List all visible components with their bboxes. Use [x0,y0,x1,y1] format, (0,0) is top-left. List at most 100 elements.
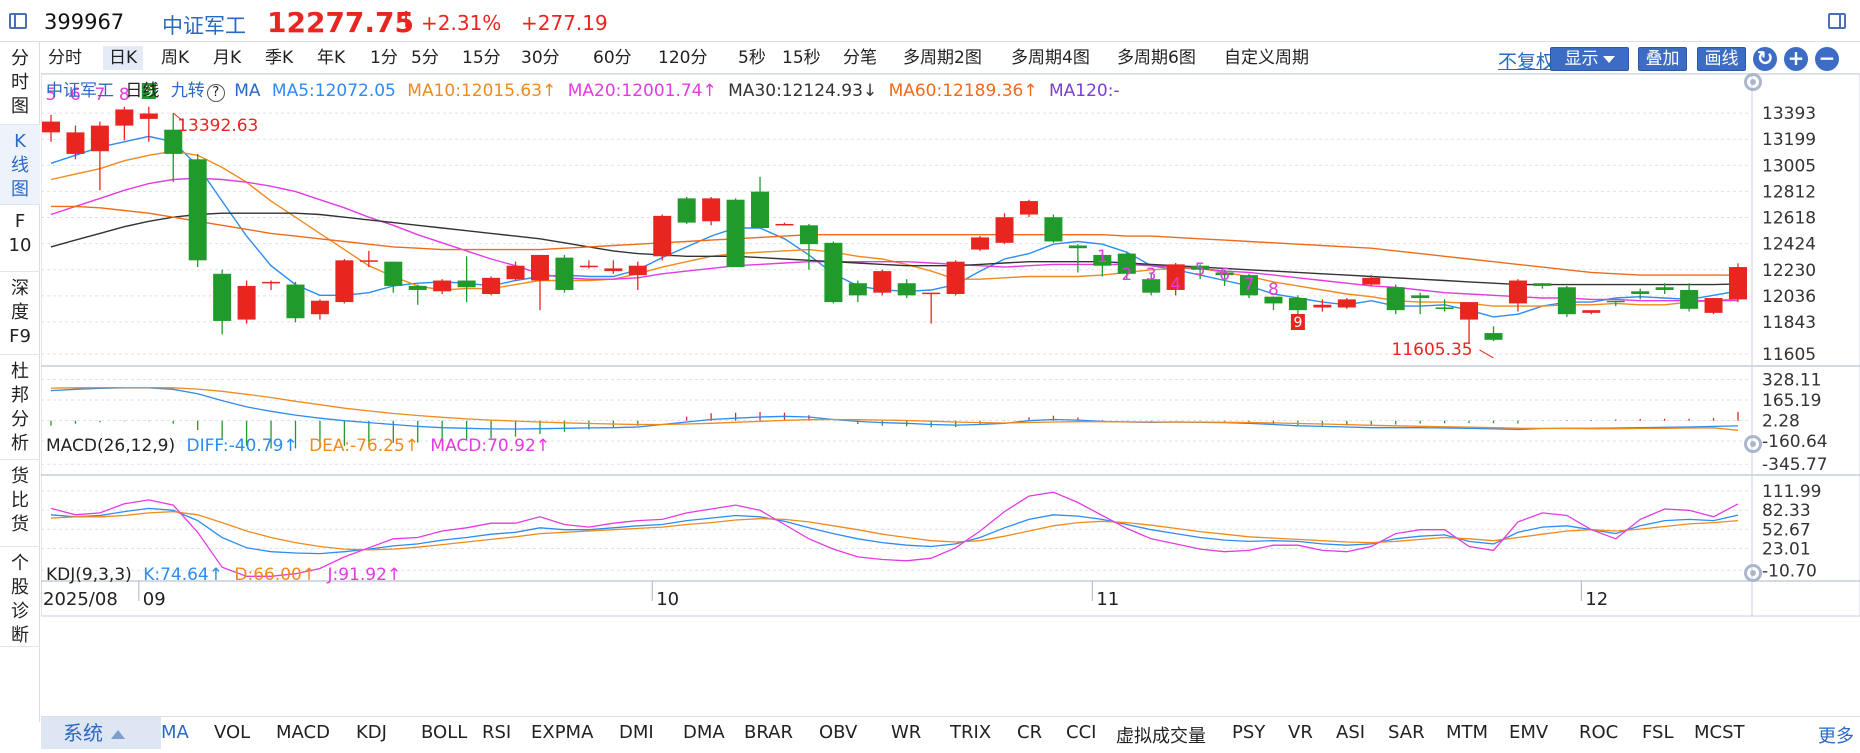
sidebar-toggle-icon[interactable] [9,13,27,29]
candle-body [530,254,549,281]
sidebar-item-2[interactable]: F 10 [0,205,40,272]
sidebar-item-label: 线 [11,155,29,176]
indicator-tab-7[interactable]: DMI [619,722,654,743]
candle [1533,283,1552,289]
period-tab-4[interactable]: 季K [265,46,293,70]
indicator-tab-8[interactable]: DMA [683,722,725,743]
candle-body [775,223,794,226]
refresh-icon[interactable]: ↻ [1753,47,1777,71]
candle-body [1606,300,1625,303]
indicator-tab-17[interactable]: VR [1288,722,1313,743]
period-tab-3[interactable]: 月K [213,46,241,70]
indicator-tab-20[interactable]: MTM [1446,722,1488,743]
indicator-tab-3[interactable]: KDJ [356,722,387,743]
indicator-tab-4[interactable]: BOLL [421,722,467,743]
nine-turn-marker: 4 [1170,275,1181,295]
period-tab-7[interactable]: 5分 [411,46,439,70]
macd-name[interactable]: MACD(26,12,9) [46,436,175,456]
period-tab-15[interactable]: 多周期2图 [903,46,982,70]
candle-body [408,285,427,290]
zoom-in-icon[interactable]: + [1784,47,1808,71]
period-tab-8[interactable]: 15分 [462,46,501,70]
indicator-tab-21[interactable]: EMV [1509,722,1548,743]
candle [310,299,329,320]
price-tick-label: 12618 [1762,208,1816,228]
period-tab-10[interactable]: 60分 [593,46,632,70]
period-tab-6[interactable]: 1分 [370,46,398,70]
kline-chart[interactable]: 1339313199130051281212618124241223012036… [41,74,1860,716]
period-tab-12[interactable]: 5秒 [738,46,766,70]
candle-body [1411,295,1430,299]
nine-turn-toggle[interactable]: 九转 [171,81,205,101]
price-tick-label: 13393 [1762,104,1816,124]
indicator-tab-16[interactable]: PSY [1232,722,1265,743]
show-button[interactable]: 显示 [1550,47,1629,71]
period-tab-13[interactable]: 15秒 [782,46,821,70]
macd-tick-label: 165.19 [1762,391,1821,411]
period-tab-0[interactable]: 分时 [48,46,82,70]
sidebar-item-3[interactable]: 深度 F9 [0,272,40,355]
right-panel-toggle-icon[interactable] [1828,13,1846,29]
period-tab-17[interactable]: 多周期6图 [1117,46,1196,70]
indicator-tab-9[interactable]: BRAR [744,722,793,743]
indicator-tab-18[interactable]: ASI [1336,722,1365,743]
candle-body [115,109,134,126]
period-tab-14[interactable]: 分笔 [843,46,877,70]
period-tab-1[interactable]: 日K [103,46,144,70]
sidebar-item-1[interactable]: K线图 [0,125,40,205]
period-tab-5[interactable]: 年K [317,46,345,70]
kdj-name[interactable]: KDJ(9,3,3) [46,565,132,585]
candle-body [262,281,281,284]
period-tab-16[interactable]: 多周期4图 [1011,46,1090,70]
indicator-tab-6[interactable]: EXPMA [531,722,593,743]
macd-dea: DEA:-76.25↑ [309,436,419,456]
indicator-tab-14[interactable]: CCI [1066,722,1096,743]
indicator-tab-22[interactable]: ROC [1579,722,1618,743]
change-percent: +2.31% [421,11,502,35]
period-tab-2[interactable]: 周K [161,46,189,70]
indicator-tab-2[interactable]: MACD [276,722,330,743]
indicator-tab-13[interactable]: CR [1017,722,1042,743]
candle-body [1288,298,1307,311]
indicator-tab-12[interactable]: TRIX [950,722,991,743]
indicator-tab-10[interactable]: OBV [819,722,857,743]
draw-line-button[interactable]: 画线 [1697,47,1746,71]
indicator-tab-19[interactable]: SAR [1388,722,1425,743]
indicator-tab-15[interactable]: 虚拟成交量 [1116,722,1206,748]
sidebar-item-6[interactable]: 个股诊断 [0,547,40,647]
indicator-tab-5[interactable]: RSI [482,722,511,743]
chart-area[interactable]: 13393 13199 13005 12812 12618 12424 12230 12036… [41,73,1860,690]
indicator-tab-23[interactable]: FSL [1642,722,1674,743]
help-icon[interactable]: ? [206,84,225,102]
sidebar-item-4[interactable]: 杜邦分析 [0,355,40,460]
sidebar-item-label: 分 [11,409,29,430]
indicator-tab-11[interactable]: WR [891,722,921,743]
overlay-button[interactable]: 叠加 [1638,47,1687,71]
candle [1019,199,1038,218]
ma-label[interactable]: MA [234,81,260,101]
candle-body [555,257,574,290]
macd-settings-icon[interactable] [1744,435,1762,453]
indicator-tab-0[interactable]: MA [161,722,189,743]
sidebar-item-label: 邦 [11,385,29,406]
nine-turn-marker: 8 [1268,280,1279,300]
candle-body [1044,217,1063,242]
sidebar-item-0[interactable]: 分时图 [0,42,40,125]
system-button[interactable]: 系统 [41,717,161,749]
period-tab-18[interactable]: 自定义周期 [1224,46,1309,70]
candle-body [1435,307,1454,309]
sidebar-item-5[interactable]: 货比货 [0,460,40,547]
sidebar-item-label: 比 [11,490,29,511]
candle-body [1460,302,1479,320]
candle [433,279,452,294]
period-tab-9[interactable]: 30分 [521,46,560,70]
indicator-tab-24[interactable]: MCST [1694,722,1745,743]
period-tab-11[interactable]: 120分 [658,46,707,70]
stock-name[interactable]: 中证军工 [162,10,246,40]
zoom-out-icon[interactable]: − [1815,47,1839,71]
main-chart-settings-icon[interactable] [1744,73,1762,91]
indicator-tab-1[interactable]: VOL [214,722,250,743]
more-indicators-button[interactable]: 更多 [1818,722,1854,748]
fuquan-dropdown[interactable]: 不复权 [1498,47,1555,74]
kdj-settings-icon[interactable] [1744,564,1762,582]
